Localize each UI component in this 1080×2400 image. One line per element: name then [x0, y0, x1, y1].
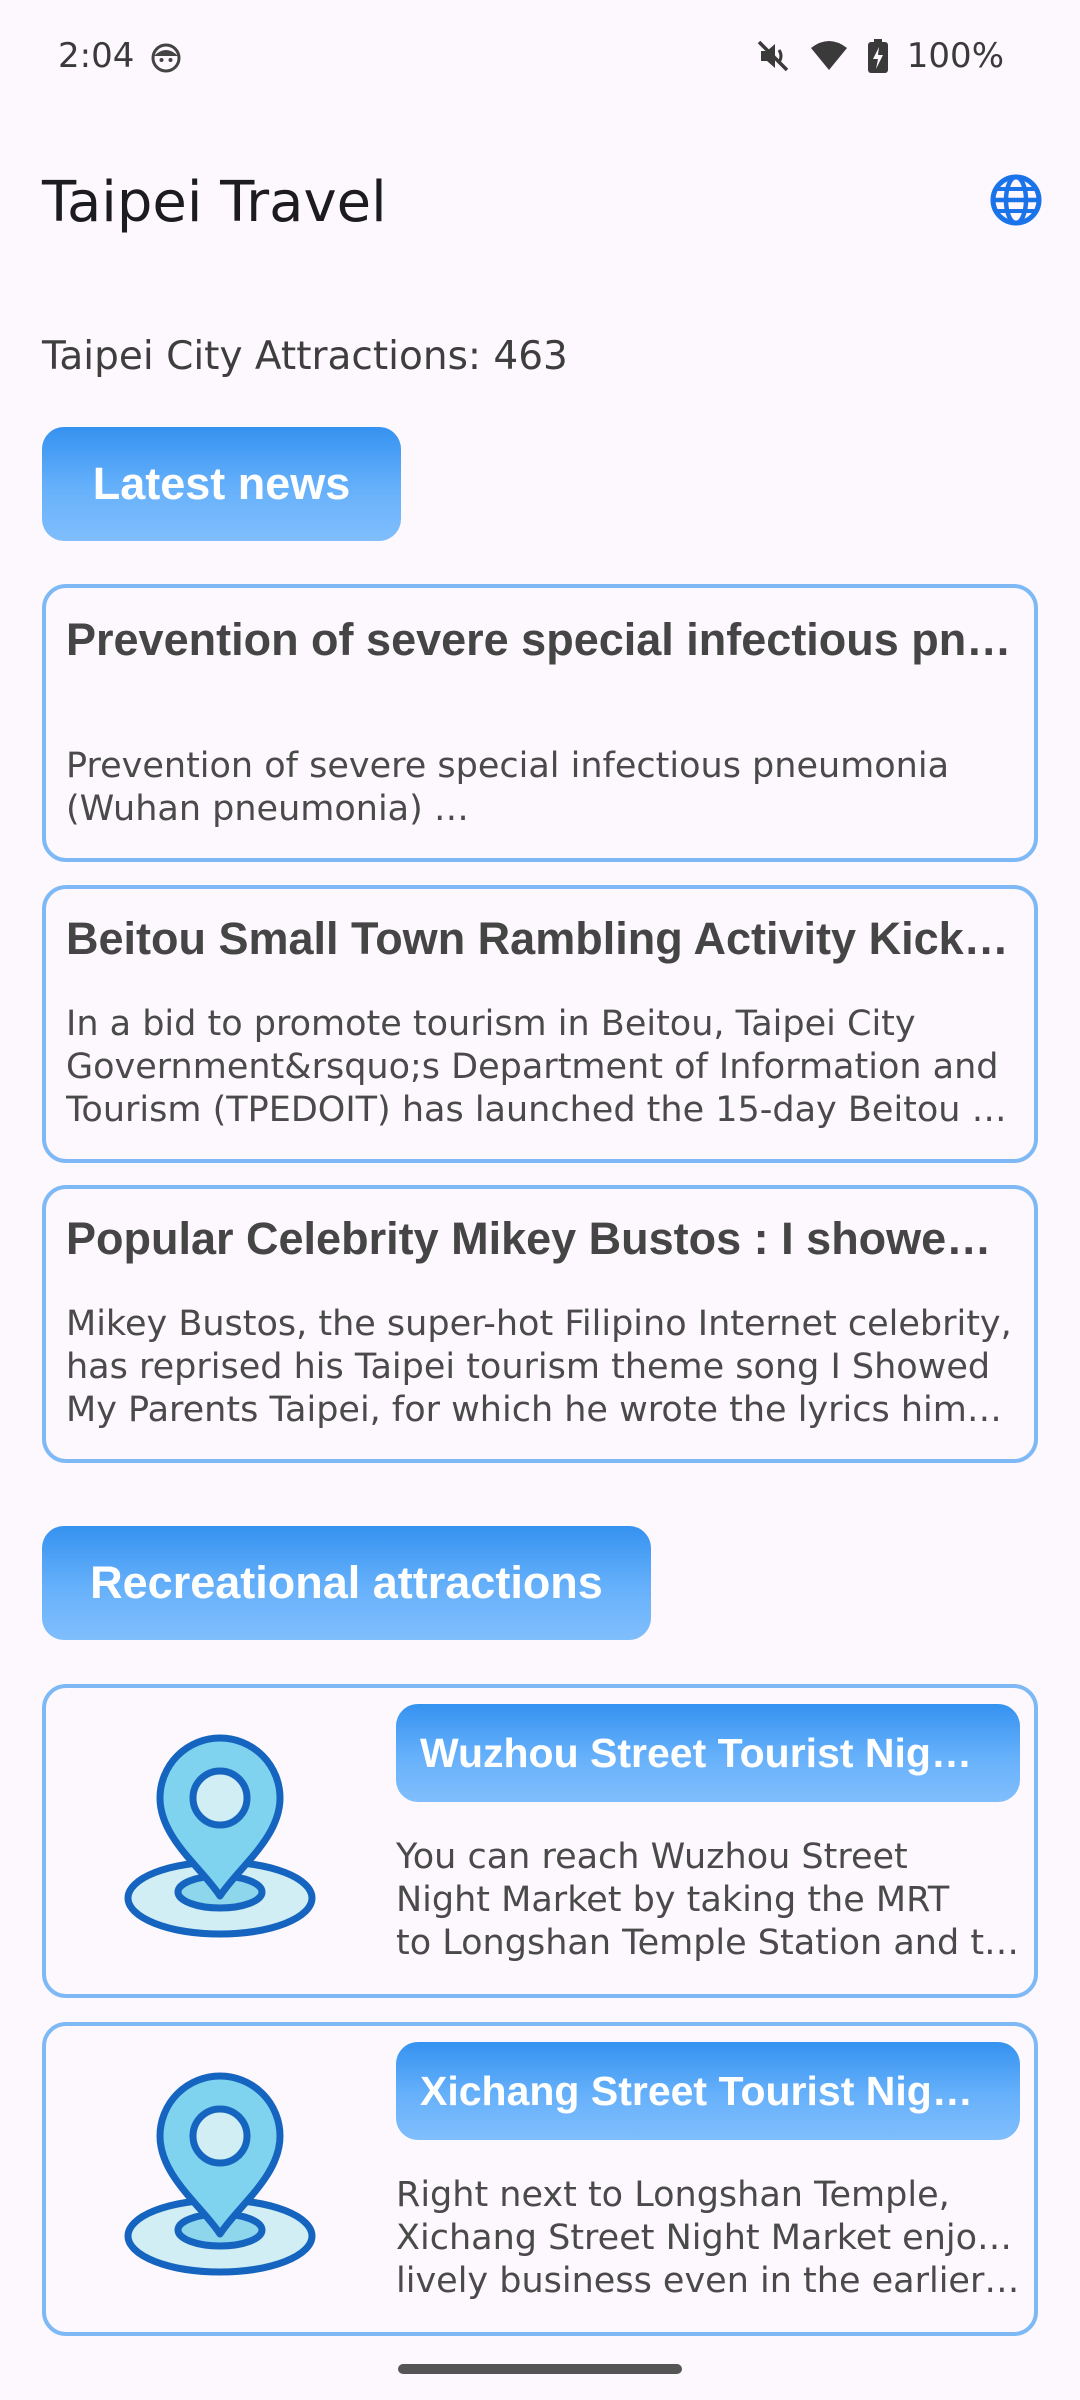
news-card[interactable]: Beitou Small Town Rambling Activity Kick…: [42, 885, 1038, 1163]
battery-charging-icon: [867, 39, 888, 73]
status-time: 2:04: [58, 36, 135, 76]
news-summary: Mikey Bustos, the super-hot Filipino Int…: [66, 1303, 1014, 1432]
news-summary-line: (Wuhan pneumonia) …: [66, 789, 469, 829]
news-title: Prevention of severe special infectious …: [66, 614, 1014, 665]
attraction-description-line: Xichang Street Night Market enjoyed: [396, 2218, 1020, 2258]
news-card[interactable]: Popular Celebrity Mikey Bustos : I showe…: [42, 1185, 1038, 1463]
location-pin-icon: [124, 1734, 316, 1938]
status-bar: 2:04 100%: [0, 0, 1080, 118]
wifi-icon: [810, 41, 847, 70]
mute-icon: [757, 40, 789, 72]
attractions-count: Taipei City Attractions: 463: [42, 334, 568, 379]
location-pin-icon: [124, 2072, 316, 2276]
news-title: Beitou Small Town Rambling Activity Kick…: [66, 913, 1014, 964]
face-icon: [151, 43, 181, 73]
news-summary-line: Government&rsquo;s Department of Informa…: [66, 1047, 999, 1087]
globe-icon[interactable]: [988, 172, 1044, 228]
attraction-description: You can reach Wuzhou Street Night Market…: [396, 1836, 1020, 1965]
attraction-title: Xichang Street Tourist Night Market: [396, 2042, 1020, 2140]
news-summary: Prevention of severe special infectious …: [66, 745, 1014, 831]
attraction-description-line: Night Market by taking the MRT: [396, 1880, 950, 1920]
news-summary-line: Tourism (TPEDOIT) has launched the 15-da…: [66, 1090, 1014, 1130]
news-summary-line: My Parents Taipei, for which he wrote th…: [66, 1390, 1014, 1430]
news-summary: In a bid to promote tourism in Beitou, T…: [66, 1003, 1014, 1132]
home-indicator[interactable]: [398, 2364, 682, 2374]
recreational-attractions-button[interactable]: Recreational attractions: [42, 1526, 651, 1640]
news-card[interactable]: Prevention of severe special infectious …: [42, 584, 1038, 862]
attraction-title: Wuzhou Street Tourist Night Market: [396, 1704, 1020, 1802]
attraction-description-line: to Longshan Temple Station and then walk…: [396, 1923, 1020, 1963]
battery-percent: 100%: [906, 36, 1004, 76]
latest-news-button[interactable]: Latest news: [42, 427, 401, 541]
news-title: Popular Celebrity Mikey Bustos : I showe…: [66, 1213, 1014, 1264]
news-summary-line: has reprised his Taipei tourism theme so…: [66, 1347, 991, 1387]
status-icons: 100%: [755, 36, 1004, 76]
attraction-card[interactable]: Wuzhou Street Tourist Night Market You c…: [42, 1684, 1038, 1998]
attraction-card[interactable]: Xichang Street Tourist Night Market Righ…: [42, 2022, 1038, 2336]
attraction-description-line: Right next to Longshan Temple,: [396, 2175, 950, 2215]
news-summary-line: Mikey Bustos, the super-hot Filipino Int…: [66, 1304, 1012, 1344]
attraction-description: Right next to Longshan Temple, Xichang S…: [396, 2174, 1020, 2303]
attraction-description-line: You can reach Wuzhou Street: [396, 1837, 908, 1877]
news-summary-line: In a bid to promote tourism in Beitou, T…: [66, 1004, 916, 1044]
news-summary-line: Prevention of severe special infectious …: [66, 746, 950, 786]
attraction-description-line: lively business even in the earlier days: [396, 2261, 1020, 2301]
app-title: Taipei Travel: [42, 170, 387, 235]
